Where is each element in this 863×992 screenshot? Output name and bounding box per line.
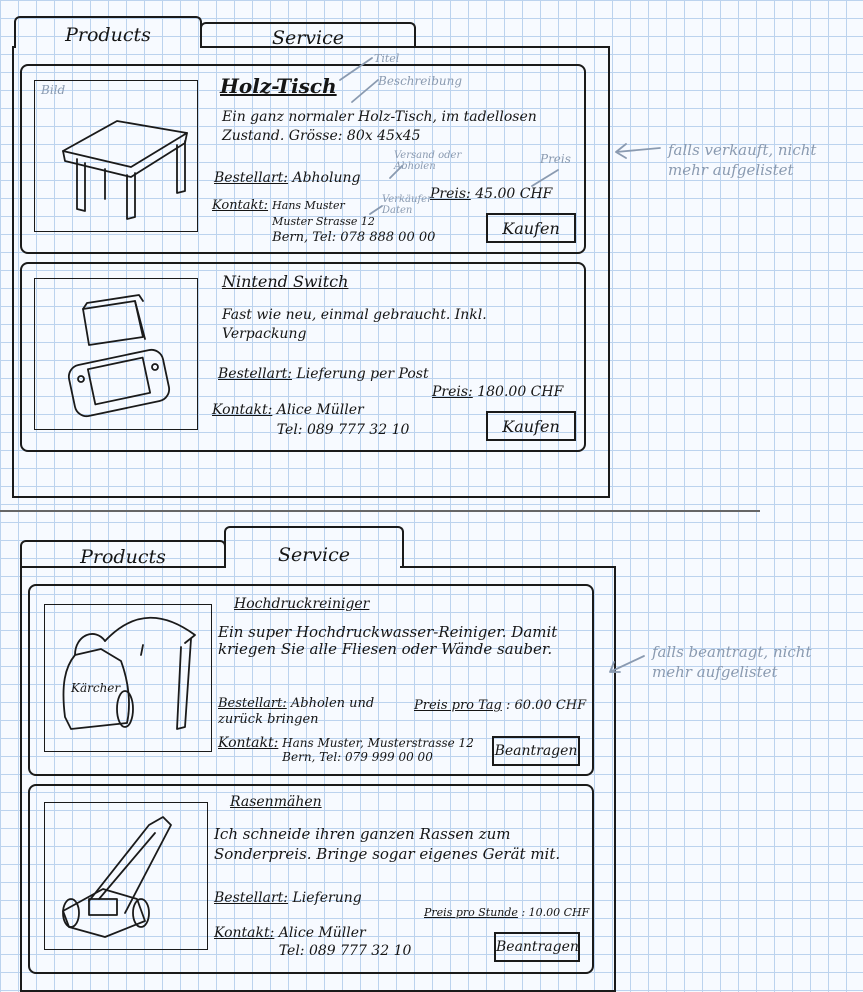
price: Preis: 180.00 CHF <box>432 384 563 400</box>
tab-service[interactable]: Service <box>200 22 416 49</box>
order-type-value: Lieferung <box>292 890 362 906</box>
price-value: : 10.00 CHF <box>521 906 590 919</box>
service-image <box>44 802 208 950</box>
price: Preis pro Tag : 60.00 CHF <box>414 698 586 713</box>
arrow-icon <box>609 655 645 673</box>
price-value: : 60.00 CHF <box>506 698 587 713</box>
service-description: Ein super Hochdruckwasser-Reiniger. Dami… <box>218 623 558 658</box>
tab-products[interactable]: Products <box>14 16 202 48</box>
order-type-value: Lieferung per Post <box>296 366 429 382</box>
arrow-icon <box>615 143 661 159</box>
requested-note: falls beantragt, nicht mehr aufgelistet <box>652 643 812 681</box>
service-card: Rasenmähen Ich schneide ihren ganzen Ras… <box>28 784 594 974</box>
contact-label: Kontakt: <box>218 735 279 751</box>
buy-button[interactable]: Kaufen <box>486 411 576 441</box>
order-type-label: Bestellart: <box>214 890 289 906</box>
product-card: Bild Holz-Tisch Ein ganz normaler Holz-T… <box>20 52 586 254</box>
service-image: Kärcher <box>44 604 212 752</box>
order-type: Bestellart: Lieferung <box>214 890 362 906</box>
contact-phone: Tel: 089 777 32 10 <box>276 422 410 438</box>
contact-block: Kontakt: Hans Muster, Musterstrasse 12 B… <box>218 736 474 764</box>
contact-phone: Tel: 089 777 32 10 <box>278 943 412 959</box>
lawn-mower-icon <box>62 816 172 938</box>
contact-name: Alice Müller <box>278 925 366 941</box>
order-type-label: Bestellart: <box>218 366 293 382</box>
service-title[interactable]: Hochdruckreiniger <box>234 596 369 612</box>
request-button[interactable]: Beantragen <box>492 736 580 766</box>
annotation-title: Titel <box>374 52 400 65</box>
request-button[interactable]: Beantragen <box>494 932 580 962</box>
price-label: Preis pro Stunde <box>424 906 518 919</box>
price-label: Preis: <box>432 384 473 400</box>
contact-label: Kontakt: <box>212 402 273 418</box>
contact-label: Kontakt: <box>214 925 275 941</box>
contact-city-phone: Bern, Tel: 079 999 00 00 <box>282 750 433 764</box>
tab-service[interactable]: Service <box>224 526 404 568</box>
game-console-icon <box>67 294 171 418</box>
tab-products[interactable]: Products <box>20 540 226 568</box>
price: Preis pro Stunde : 10.00 CHF <box>424 906 589 919</box>
order-type: Bestellart: Lieferung per Post <box>218 366 429 382</box>
order-type-label: Bestellart: <box>218 696 287 711</box>
product-card: Nintend Switch Fast wie neu, einmal gebr… <box>20 262 586 452</box>
price-value: 180.00 CHF <box>477 384 564 400</box>
pressure-washer-icon <box>62 616 196 730</box>
contact-name: Alice Müller <box>276 402 364 418</box>
price-label: Preis pro Tag <box>414 698 502 713</box>
product-description: Fast wie neu, einmal gebraucht. Inkl. Ve… <box>222 307 487 342</box>
contact-block: Kontakt: Alice Müller Tel: 089 777 32 10 <box>212 400 409 440</box>
divider-line <box>0 510 760 512</box>
product-image <box>34 278 198 430</box>
annotation-arrows <box>339 57 559 215</box>
product-title[interactable]: Nintend Switch <box>222 272 348 291</box>
contact-block: Kontakt: Alice Müller Tel: 089 777 32 10 <box>214 924 411 960</box>
service-description: Ich schneide ihren ganzen Rassen zum Son… <box>214 825 561 863</box>
sold-note: falls verkauft, nicht mehr aufgelistet <box>668 141 817 179</box>
service-card: Kärcher Hochdruckreiniger Ein super Hoch… <box>28 584 594 776</box>
order-type: Bestellart: Abholen und zurück bringen <box>218 696 408 728</box>
service-title[interactable]: Rasenmähen <box>230 794 322 810</box>
contact-name-address: Hans Muster, Musterstrasse 12 <box>282 736 474 750</box>
brand-label: Kärcher <box>71 681 121 695</box>
